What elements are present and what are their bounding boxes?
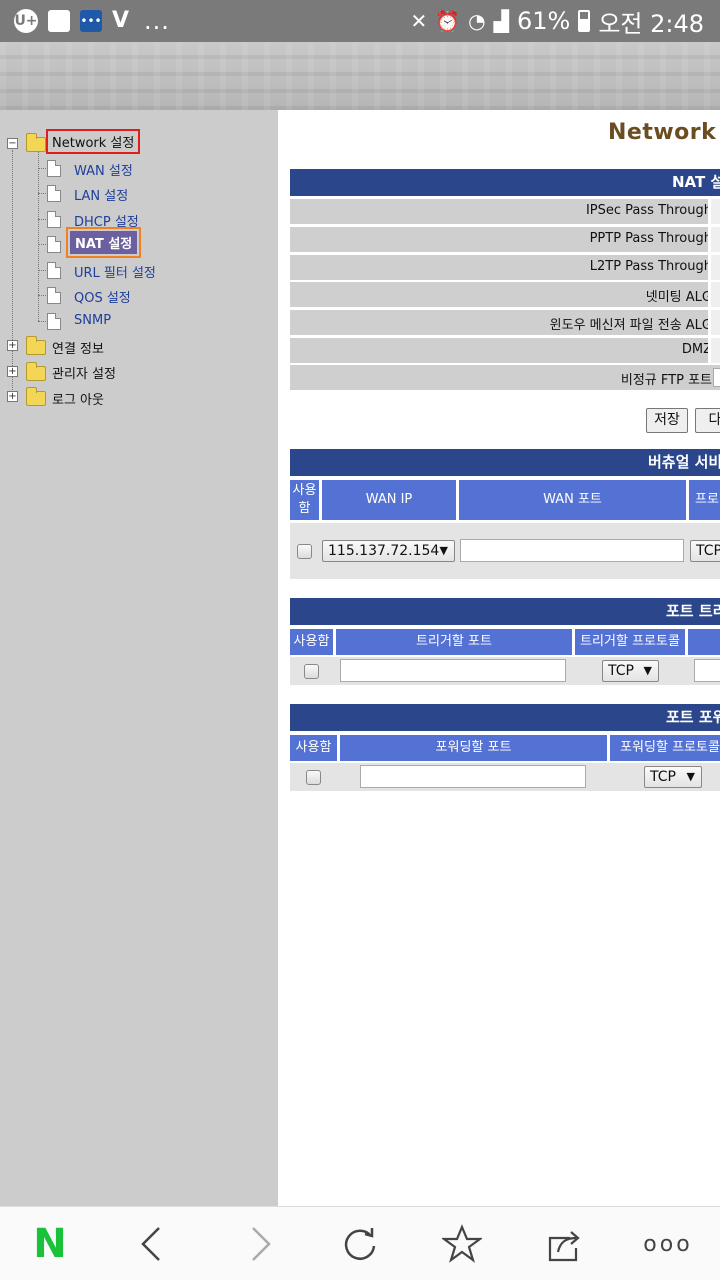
back-icon[interactable] (126, 1219, 178, 1269)
pf-header-use: 사용함 (290, 735, 337, 761)
page-icon (47, 287, 61, 304)
page-icon (47, 185, 61, 202)
next-button[interactable]: 다 (695, 408, 720, 433)
sidebar-item-nat-label: NAT 설정 (70, 231, 138, 254)
page-icon (47, 236, 61, 253)
vs-protocol-select[interactable]: TCP (690, 540, 720, 562)
battery-percent: 61% (516, 7, 571, 35)
sidebar-item-url-filter[interactable]: URL 필터 설정 (74, 262, 156, 281)
page-icon (47, 262, 61, 279)
vs-header-wan-ip: WAN IP (322, 480, 456, 520)
mute-icon: ✕ (410, 9, 428, 33)
naver-home-icon[interactable]: N (24, 1219, 76, 1269)
clock: 오전 2:48 (598, 9, 704, 38)
sidebar-item-snmp[interactable]: SNMP (74, 313, 111, 328)
sidebar-item-lan[interactable]: LAN 설정 (74, 185, 128, 204)
more-notifications: ... (144, 7, 170, 35)
vs-wan-ip-select[interactable]: 115.137.72.154 ▼ (322, 540, 455, 562)
signal-icon: ▟ (493, 9, 509, 33)
nat-row-ftp-port: 비정규 FTP 포트 (290, 365, 720, 390)
sidebar-item-qos[interactable]: QOS 설정 (74, 287, 131, 306)
messenger-option[interactable] (708, 310, 720, 335)
pt-extra-input[interactable] (694, 659, 720, 682)
main-content: Network S NAT 설 IPSec Pass Through PPTP … (278, 110, 720, 1206)
share-icon[interactable] (538, 1219, 590, 1269)
page-icon (47, 160, 61, 177)
pf-protocol-select[interactable]: TCP ▼ (644, 766, 702, 788)
v3-icon: V (112, 8, 130, 33)
browser-bottom-bar: N ooo (0, 1206, 720, 1280)
ftp-port-input[interactable] (713, 368, 720, 387)
expand-toggle-logout[interactable]: + (7, 391, 18, 402)
folder-icon (26, 362, 46, 381)
sidebar-item-nat[interactable]: NAT 설정 (66, 227, 142, 258)
pf-forward-port-input[interactable] (360, 765, 586, 788)
expand-toggle-admin[interactable]: + (7, 366, 18, 377)
refresh-icon[interactable] (334, 1219, 386, 1269)
virtual-server-section-header: 버츄얼 서비 (290, 449, 720, 476)
alarm-icon: ⏰ (435, 9, 461, 33)
sidebar-item-logout[interactable]: 로그 아웃 (52, 389, 104, 408)
vs-header-protocol: 프로 (689, 480, 720, 520)
pt-protocol-select[interactable]: TCP ▼ (602, 660, 659, 682)
vs-wan-port-input[interactable] (460, 539, 684, 562)
l2tp-option[interactable] (708, 255, 720, 280)
status-bar: U+ ••• V ... ✕ ⏰ ◔ ▟ 61% 오전 2:48 (0, 0, 720, 42)
gallery-icon (48, 10, 70, 32)
wifi-icon: ◔ (468, 9, 486, 33)
expand-toggle-connection[interactable]: + (7, 340, 18, 351)
vs-header-wan-port: WAN 포트 (459, 480, 686, 520)
sidebar-item-admin-settings[interactable]: 관리자 설정 (52, 363, 116, 382)
nat-row-ipsec: IPSec Pass Through (290, 199, 720, 224)
vs-header-use: 사용함 (290, 480, 319, 520)
pt-header-trigger-protocol: 트리거할 프로토콜 (575, 629, 685, 655)
sidebar-item-connection-info[interactable]: 연결 정보 (52, 338, 104, 357)
pt-header-trigger-port: 트리거할 포트 (336, 629, 572, 655)
pf-header-forward-port: 포워딩할 포트 (340, 735, 607, 761)
pt-enable-checkbox[interactable] (304, 664, 319, 679)
nat-section-header: NAT 설 (290, 169, 720, 196)
open-folder-icon (26, 133, 46, 152)
vs-enable-checkbox[interactable] (297, 544, 312, 559)
dmz-option[interactable] (708, 338, 720, 363)
folder-icon (26, 336, 46, 355)
message-icon: ••• (80, 10, 102, 32)
page-icon (47, 313, 61, 330)
pt-trigger-port-input[interactable] (340, 659, 566, 682)
sidebar-item-network-settings[interactable]: Network 설정 (46, 129, 141, 154)
pptp-option[interactable] (708, 227, 720, 252)
more-icon[interactable]: ooo (642, 1219, 694, 1269)
forward-icon[interactable] (234, 1219, 286, 1269)
ipsec-option[interactable] (708, 199, 720, 224)
u-plus-icon: U+ (14, 9, 38, 33)
pf-header-forward-protocol: 포워딩할 프로토콜 (610, 735, 720, 761)
pt-header-use: 사용함 (290, 629, 333, 655)
pt-header-extra (688, 629, 720, 655)
netmeeting-option[interactable] (708, 282, 720, 307)
port-forward-section-header: 포트 포워 (290, 704, 720, 731)
page-title: Network S (608, 120, 720, 145)
battery-icon (578, 10, 591, 32)
nat-row-l2tp: L2TP Pass Through (290, 255, 720, 280)
collapse-toggle-network[interactable]: − (7, 138, 18, 149)
port-trigger-section-header: 포트 트리 (290, 598, 720, 625)
bookmark-star-icon[interactable] (436, 1219, 488, 1269)
nat-row-messenger: 윈도우 메신져 파일 전송 ALG (290, 310, 720, 335)
page-icon (47, 211, 61, 228)
router-header-banner (0, 42, 720, 110)
save-button[interactable]: 저장 (646, 408, 688, 433)
sidebar-item-wan[interactable]: WAN 설정 (74, 160, 133, 179)
nat-row-dmz: DMZ (290, 338, 720, 363)
nat-row-pptp: PPTP Pass Through (290, 227, 720, 252)
sidebar-tree: − Network 설정 WAN 설정 LAN 설정 DHCP 설정 NAT 설… (0, 110, 278, 1206)
nat-row-netmeeting: 넷미팅 ALG (290, 282, 720, 307)
pf-enable-checkbox[interactable] (306, 770, 321, 785)
folder-icon (26, 387, 46, 406)
